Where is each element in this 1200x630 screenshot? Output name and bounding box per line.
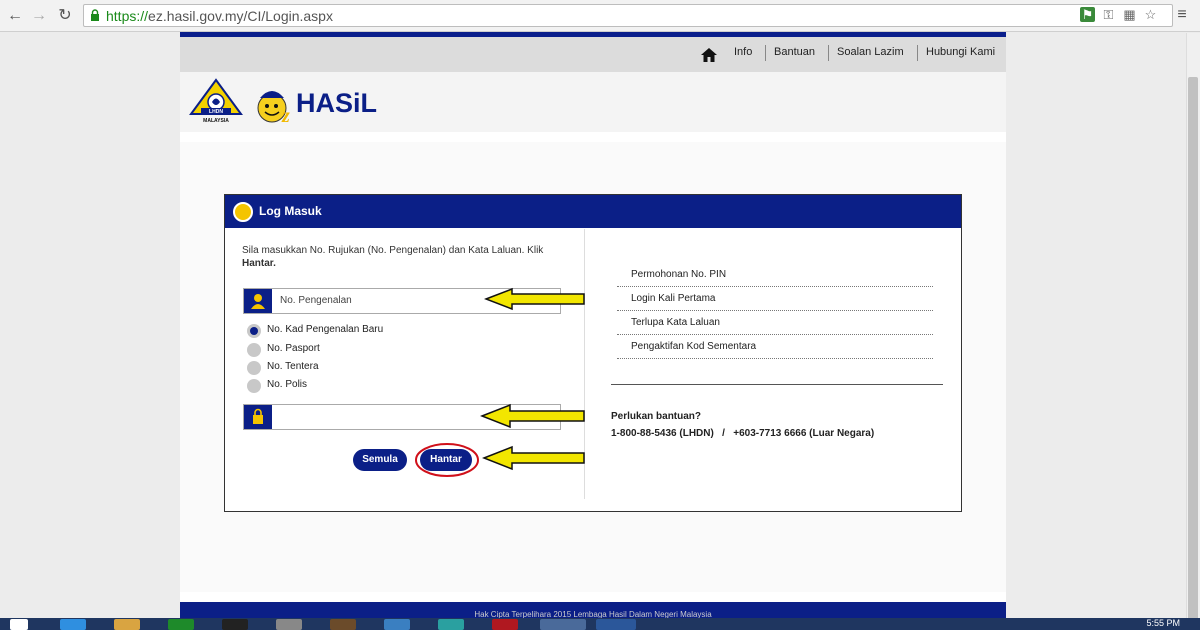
taskbar-app-icon[interactable]: [330, 619, 356, 630]
word-taskbar-icon[interactable]: [596, 619, 636, 630]
taskbar-app-icon[interactable]: [384, 619, 410, 630]
lhdn-logo[interactable]: LHDN MALAYSIA: [187, 78, 245, 124]
padlock-icon: [233, 202, 253, 222]
url-text: https://ez.hasil.gov.my/CI/Login.aspx: [106, 8, 333, 24]
arrow-annotation-submit-button: [482, 445, 585, 471]
help-phone-numbers: 1-800-88-5436 (LHDN) / +603-7713 6666 (L…: [611, 428, 875, 439]
login-panel-title: Log Masuk: [259, 204, 322, 218]
divider-line: [611, 384, 943, 385]
scrollbar[interactable]: [1186, 33, 1200, 622]
taskbar-app-icon[interactable]: [492, 619, 518, 630]
arrow-annotation-id-field: [484, 287, 585, 311]
radio-button[interactable]: [247, 361, 261, 375]
forward-button[interactable]: →: [28, 5, 50, 27]
radio-button[interactable]: [247, 379, 261, 393]
login-panel: Log Masuk Sila masukkan No. Rujukan (No.…: [224, 194, 962, 512]
nav-divider: [917, 45, 918, 61]
start-button-icon[interactable]: [10, 619, 28, 630]
main-content: Log Masuk Sila masukkan No. Rujukan (No.…: [180, 142, 1006, 592]
taskbar-app-icon[interactable]: [168, 619, 194, 630]
radio-button[interactable]: [247, 343, 261, 357]
nav-soalan-lazim-link[interactable]: Soalan Lazim: [837, 46, 904, 58]
browser-toolbar: ← → ↻ https://ez.hasil.gov.my/CI/Login.a…: [0, 0, 1200, 32]
top-navigation: Info Bantuan Soalan Lazim Hubungi Kami: [180, 37, 1006, 72]
nav-divider: [765, 45, 766, 61]
taskbar-app-icon[interactable]: [222, 619, 248, 630]
address-bar[interactable]: https://ez.hasil.gov.my/CI/Login.aspx: [83, 4, 1173, 27]
taskbar-clock: 5:55 PM: [1146, 618, 1180, 628]
shield-icon[interactable]: ⚑: [1080, 7, 1095, 22]
svg-text:MALAYSIA: MALAYSIA: [203, 118, 229, 124]
help-title: Perlukan bantuan?: [611, 411, 702, 422]
site-header: LHDN MALAYSIA z HASiL: [180, 72, 1006, 132]
windows-taskbar: 5:55 PM: [0, 618, 1200, 630]
link-pengaktifan-kod-sementara[interactable]: Pengaktifan Kod Sementara: [617, 335, 933, 359]
id-number-placeholder: No. Pengenalan: [280, 295, 352, 306]
login-panel-header: Log Masuk: [225, 195, 961, 228]
lock-icon: [91, 9, 99, 21]
svg-text:HASiL: HASiL: [296, 88, 377, 118]
help-links: Permohonan No. PIN Login Kali Pertama Te…: [617, 263, 933, 359]
reload-button[interactable]: ↻: [54, 5, 76, 27]
taskbar-app-icon[interactable]: [438, 619, 464, 630]
star-icon[interactable]: ☆: [1143, 7, 1158, 22]
radio-button-selected[interactable]: [247, 324, 261, 338]
taskbar-app-icon[interactable]: [276, 619, 302, 630]
translate-icon[interactable]: ▦: [1122, 7, 1137, 22]
extension-icons: ⚑ ⚿ ▦ ☆: [1080, 7, 1158, 22]
nav-bantuan-link[interactable]: Bantuan: [774, 46, 815, 58]
nav-divider: [828, 45, 829, 61]
svg-text:LHDN: LHDN: [209, 109, 223, 115]
link-terlupa-kata-laluan[interactable]: Terlupa Kata Laluan: [617, 311, 933, 335]
semula-reset-button[interactable]: Semula: [353, 449, 407, 471]
nav-hubungi-kami-link[interactable]: Hubungi Kami: [926, 46, 995, 58]
key-icon[interactable]: ⚿: [1101, 7, 1116, 22]
site-container: Info Bantuan Soalan Lazim Hubungi Kami L…: [180, 32, 1006, 622]
folder-icon[interactable]: [114, 619, 140, 630]
menu-icon[interactable]: ≡: [1174, 6, 1190, 24]
link-login-kali-pertama[interactable]: Login Kali Pertama: [617, 287, 933, 311]
submit-highlight-circle: [415, 443, 479, 477]
user-icon: [244, 289, 272, 313]
nav-info-link[interactable]: Info: [734, 46, 752, 58]
lock-icon: [244, 405, 272, 429]
link-permohonan-pin[interactable]: Permohonan No. PIN: [617, 263, 933, 287]
scrollbar-thumb[interactable]: [1188, 77, 1198, 622]
arrow-annotation-password-field: [480, 403, 585, 429]
home-icon[interactable]: [700, 47, 718, 63]
taskbar-app-icon[interactable]: [60, 619, 86, 630]
login-instruction: Sila masukkan No. Rujukan (No. Pengenala…: [242, 245, 544, 269]
chrome-taskbar-icon[interactable]: [540, 619, 586, 630]
svg-text:z: z: [281, 105, 290, 127]
back-button[interactable]: ←: [4, 5, 26, 27]
ezhasil-logo[interactable]: z HASiL: [252, 78, 392, 128]
